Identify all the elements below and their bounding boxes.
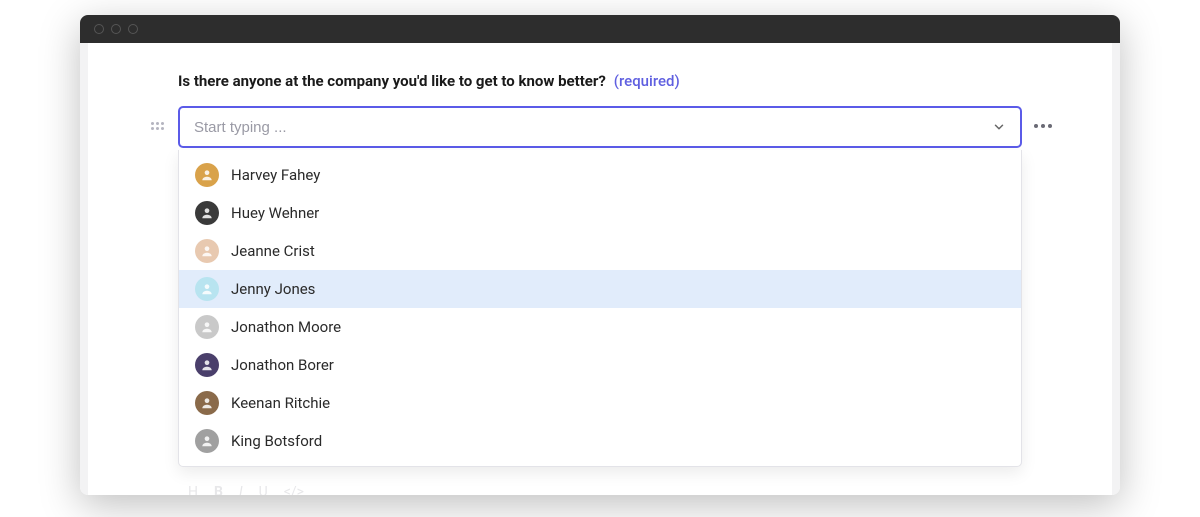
select-option-label: King Botsford xyxy=(231,432,322,450)
content-card: Is there anyone at the company you'd lik… xyxy=(88,43,1112,495)
editor-toolbar: H B I U </> xyxy=(188,483,1012,495)
avatar xyxy=(195,163,219,187)
avatar xyxy=(195,353,219,377)
toolbar-heading-icon[interactable]: H xyxy=(188,484,198,495)
window-minimize-icon[interactable] xyxy=(111,24,121,34)
more-options-icon[interactable] xyxy=(1028,118,1058,134)
toolbar-code-icon[interactable]: </> xyxy=(284,484,304,495)
app-viewport: Is there anyone at the company you'd lik… xyxy=(80,43,1120,495)
avatar xyxy=(195,239,219,263)
window-zoom-icon[interactable] xyxy=(128,24,138,34)
select-box[interactable] xyxy=(178,106,1022,148)
select-option-label: Jenny Jones xyxy=(231,280,315,298)
select-option[interactable]: Jonathon Borer xyxy=(179,346,1021,384)
select-option[interactable]: Keenan Ritchie xyxy=(179,384,1021,422)
select-option-label: Jeanne Crist xyxy=(231,242,315,260)
select-option-label: Jonathon Moore xyxy=(231,318,341,336)
required-label: (required) xyxy=(614,72,680,90)
avatar xyxy=(195,315,219,339)
window-close-icon[interactable] xyxy=(94,24,104,34)
toolbar-underline-icon[interactable]: U xyxy=(259,484,268,495)
drag-handle-icon[interactable] xyxy=(150,118,164,134)
select-option[interactable]: Harvey Fahey xyxy=(179,156,1021,194)
select-option[interactable]: Huey Wehner xyxy=(179,194,1021,232)
avatar xyxy=(195,429,219,453)
select-option-label: Jonathon Borer xyxy=(231,356,334,374)
chevron-down-icon[interactable] xyxy=(992,120,1006,134)
window-titlebar xyxy=(80,15,1120,43)
field-row: Harvey FaheyHuey WehnerJeanne CristJenny… xyxy=(178,106,1022,148)
select-option[interactable]: Jeanne Crist xyxy=(179,232,1021,270)
select-option[interactable]: King Botsford xyxy=(179,422,1021,460)
question-row: Is there anyone at the company you'd lik… xyxy=(178,71,1022,90)
toolbar-italic-icon[interactable]: I xyxy=(239,484,243,495)
avatar xyxy=(195,391,219,415)
select-option-label: Keenan Ritchie xyxy=(231,394,330,412)
select-option-label: Huey Wehner xyxy=(231,204,319,222)
question-text: Is there anyone at the company you'd lik… xyxy=(178,72,606,90)
select-option[interactable]: Jonathon Moore xyxy=(179,308,1021,346)
person-select: Harvey FaheyHuey WehnerJeanne CristJenny… xyxy=(178,106,1022,148)
avatar xyxy=(195,201,219,225)
select-dropdown: Harvey Fahey Huey Wehner Jeanne Crist Jenny… xyxy=(178,150,1022,467)
select-option[interactable]: Jenny Jones xyxy=(179,270,1021,308)
select-option-label: Harvey Fahey xyxy=(231,166,320,184)
browser-window: Is there anyone at the company you'd lik… xyxy=(80,15,1120,495)
avatar xyxy=(195,277,219,301)
select-input[interactable] xyxy=(194,119,992,136)
toolbar-bold-icon[interactable]: B xyxy=(214,484,223,495)
